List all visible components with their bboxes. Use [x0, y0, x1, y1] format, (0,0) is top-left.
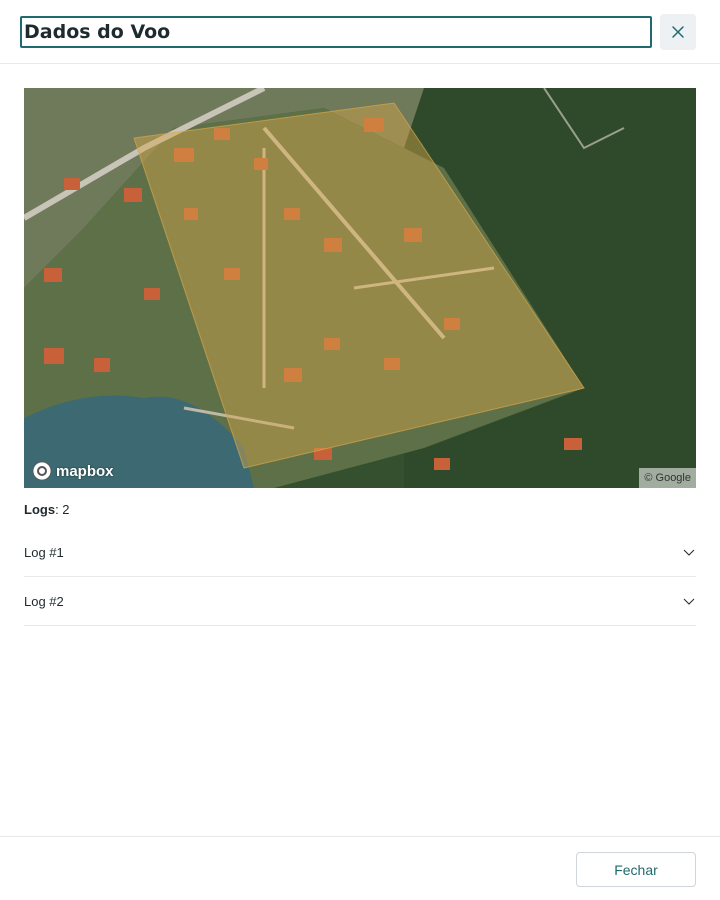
- close-footer-button[interactable]: Fechar: [576, 852, 696, 887]
- close-icon: [672, 26, 684, 38]
- log-item-label: Log #2: [24, 593, 64, 609]
- mapbox-logo-text: mapbox: [56, 462, 114, 480]
- map-attribution[interactable]: © Google: [639, 468, 696, 488]
- logs-count-label: Logs: [24, 502, 56, 517]
- log-item-label: Log #1: [24, 544, 64, 560]
- chevron-down-icon: [683, 549, 695, 556]
- modal-header: [0, 0, 720, 64]
- log-item-2[interactable]: Log #2: [24, 577, 696, 626]
- chevron-down-icon: [683, 598, 695, 605]
- logs-count-value: 2: [62, 502, 70, 517]
- log-item-1[interactable]: Log #1: [24, 528, 696, 577]
- modal-footer: Fechar: [0, 836, 720, 900]
- mapbox-icon: [32, 461, 52, 481]
- flight-title-input[interactable]: [20, 16, 652, 48]
- satellite-imagery: [24, 88, 696, 488]
- close-button[interactable]: [660, 14, 696, 50]
- flight-map[interactable]: mapbox © Google: [24, 88, 696, 488]
- logs-count: Logs: 2: [24, 502, 70, 517]
- mapbox-logo[interactable]: mapbox: [32, 460, 114, 482]
